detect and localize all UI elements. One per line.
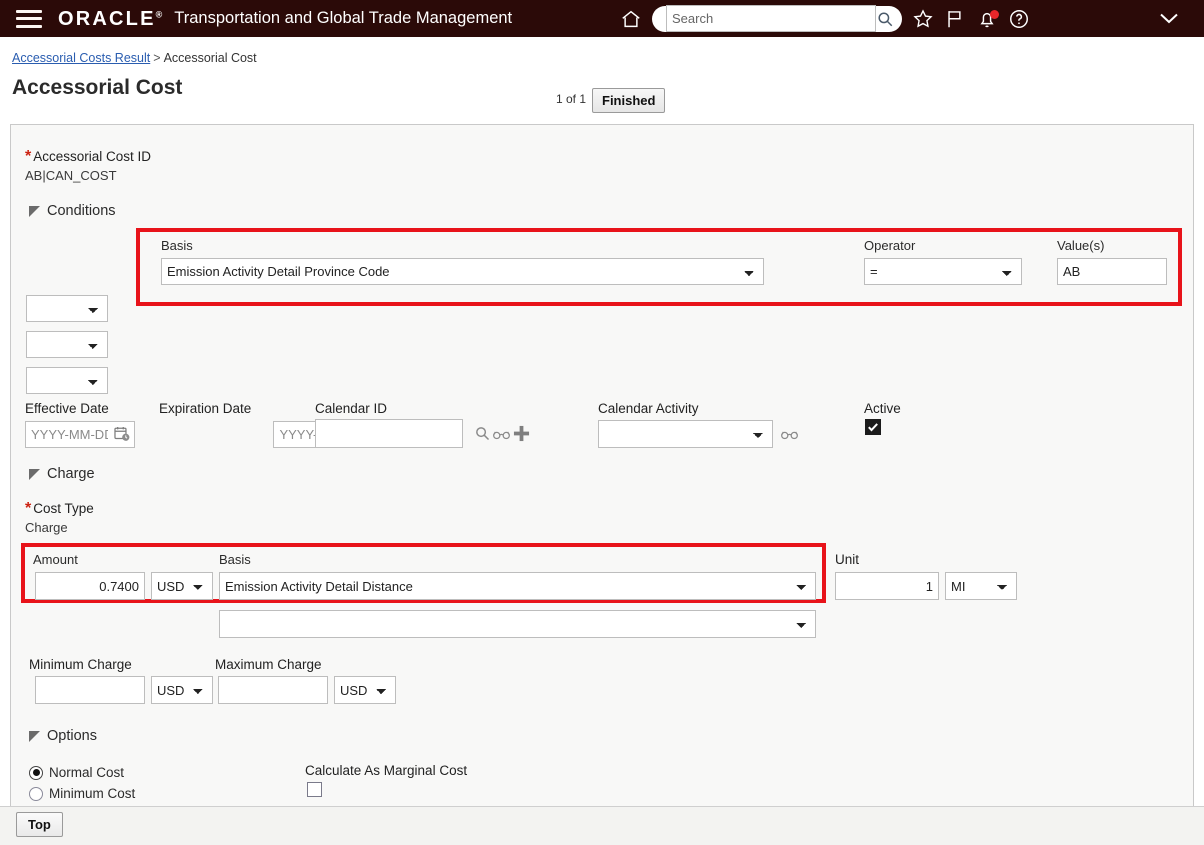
calendar-id-add-icon[interactable] — [513, 425, 530, 442]
charge-basis-select[interactable]: Emission Activity Detail Distance — [219, 572, 816, 600]
flag-icon[interactable] — [944, 8, 966, 30]
calendar-id-view-glasses-icon[interactable] — [492, 427, 511, 441]
unit-label: Unit — [835, 552, 860, 567]
collapse-triangle-icon[interactable] — [29, 730, 40, 742]
oracle-brand-text: ORACLE — [58, 7, 156, 30]
conditions-extra-select-3[interactable] — [26, 367, 108, 394]
notifications-bell[interactable] — [976, 8, 999, 30]
normal-cost-radio[interactable] — [29, 765, 43, 780]
options-section-label: Options — [47, 728, 97, 744]
calendar-id-label: Calendar ID — [315, 401, 388, 416]
amount-label: Amount — [33, 552, 78, 567]
help-icon[interactable] — [1008, 8, 1030, 30]
unit-input[interactable] — [835, 572, 939, 600]
record-pager: 1 of 1 — [556, 92, 587, 106]
active-label: Active — [864, 401, 901, 416]
breadcrumb-link-accessorial-costs-result[interactable]: Accessorial Costs Result — [12, 51, 150, 65]
normal-cost-label: Normal Cost — [49, 765, 125, 780]
conditions-values-label: Value(s) — [1057, 238, 1105, 253]
conditions-basis-select[interactable]: Emission Activity Detail Province Code — [161, 258, 764, 285]
cost-type-value: Charge — [25, 520, 68, 535]
accessorial-cost-form-panel: * Accessorial Cost ID AB|CAN_COST Conditi… — [10, 124, 1194, 812]
breadcrumb: Accessorial Costs Result > Accessorial Cos… — [0, 37, 1204, 65]
marginal-cost-label: Calculate As Marginal Cost — [305, 763, 468, 778]
required-marker: * — [25, 500, 32, 517]
charge-section-header[interactable]: Charge — [29, 466, 95, 482]
header-actions — [620, 0, 1030, 37]
minimum-charge-input[interactable] — [35, 676, 145, 704]
search-input[interactable] — [666, 5, 876, 32]
calendar-activity-label: Calendar Activity — [598, 401, 699, 416]
expiration-date-label: Expiration Date — [159, 401, 252, 416]
conditions-values-input[interactable] — [1057, 258, 1167, 285]
options-section-header[interactable]: Options — [29, 728, 97, 744]
home-icon[interactable] — [620, 8, 642, 30]
charge-section-label: Charge — [47, 466, 95, 482]
minimum-charge-label: Minimum Charge — [29, 657, 132, 672]
search-box[interactable] — [652, 5, 902, 32]
checkmark-icon — [868, 423, 878, 432]
collapse-triangle-icon[interactable] — [29, 205, 40, 217]
conditions-operator-select[interactable]: = — [864, 258, 1022, 285]
accessorial-cost-id-value: AB|CAN_COST — [25, 168, 117, 183]
bottom-bar — [0, 806, 1204, 845]
search-icon[interactable] — [876, 10, 894, 28]
required-marker: * — [25, 148, 32, 165]
calendar-clock-icon[interactable] — [113, 425, 131, 443]
global-header: ORACLE® Transportation and Global Trade … — [0, 0, 1204, 37]
maximum-charge-label: Maximum Charge — [215, 657, 322, 672]
chevron-down-icon[interactable] — [1156, 8, 1182, 28]
unit-uom-select[interactable]: MI — [945, 572, 1017, 600]
breadcrumb-separator: > — [153, 51, 161, 65]
conditions-section-header[interactable]: Conditions — [29, 203, 116, 219]
accessorial-cost-id-label: * Accessorial Cost ID — [25, 148, 152, 165]
top-button[interactable]: Top — [16, 812, 63, 837]
active-checkbox[interactable] — [865, 419, 881, 435]
oracle-logo: ORACLE® — [58, 9, 162, 29]
oracle-registered-mark: ® — [155, 8, 163, 19]
amount-input[interactable] — [35, 572, 145, 600]
notification-badge-dot — [990, 9, 999, 19]
calendar-activity-select[interactable] — [598, 420, 773, 448]
effective-date-field[interactable] — [25, 421, 135, 448]
conditions-extra-select-1[interactable] — [26, 295, 108, 322]
cost-type-label: * Cost Type — [25, 500, 94, 517]
calendar-activity-view-glasses-icon[interactable] — [780, 427, 799, 441]
normal-cost-option[interactable]: Normal Cost — [29, 765, 124, 780]
charge-basis-label: Basis — [219, 552, 251, 567]
star-icon[interactable] — [912, 8, 934, 30]
calendar-id-search-icon[interactable] — [474, 425, 491, 442]
finished-button[interactable]: Finished — [592, 88, 666, 113]
marginal-cost-checkbox[interactable] — [307, 782, 322, 797]
charge-basis-secondary-select[interactable] — [219, 610, 816, 638]
amount-currency-select[interactable]: USD — [151, 572, 213, 600]
maximum-charge-input[interactable] — [218, 676, 328, 704]
minimum-cost-label: Minimum Cost — [49, 786, 136, 801]
minimum-charge-currency-select[interactable]: USD — [151, 676, 213, 704]
breadcrumb-current: Accessorial Cost — [163, 51, 257, 65]
minimum-cost-option[interactable]: Minimum Cost — [29, 786, 135, 801]
page-title: Accessorial Cost — [12, 76, 183, 99]
effective-date-label: Effective Date — [25, 401, 109, 416]
conditions-section-label: Conditions — [47, 203, 116, 219]
conditions-basis-label: Basis — [161, 238, 193, 253]
app-title: Transportation and Global Trade Manageme… — [174, 9, 513, 27]
collapse-triangle-icon[interactable] — [29, 468, 40, 480]
conditions-extra-select-2[interactable] — [26, 331, 108, 358]
conditions-operator-label: Operator — [864, 238, 916, 253]
hamburger-icon[interactable] — [16, 9, 42, 28]
calendar-id-input[interactable] — [315, 419, 463, 448]
minimum-cost-radio[interactable] — [29, 786, 43, 801]
maximum-charge-currency-select[interactable]: USD — [334, 676, 396, 704]
